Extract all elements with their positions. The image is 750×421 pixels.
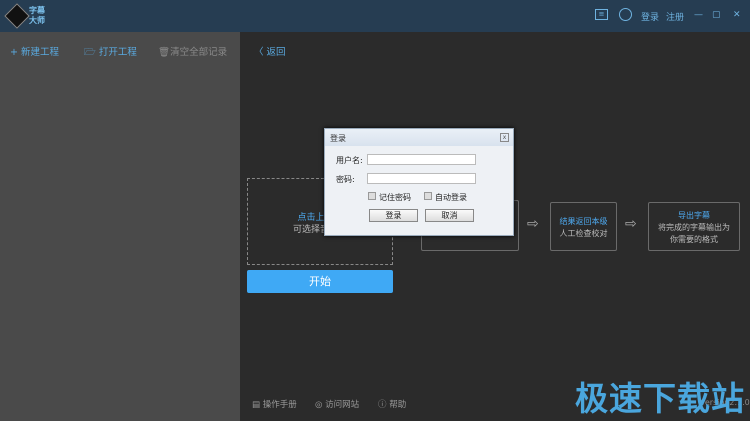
title-bar: 字幕 大师 ≡ 登录 注册 — ▢ ✕	[0, 0, 750, 32]
globe-icon: ◎	[315, 400, 326, 410]
app-name: 字幕 大师	[29, 6, 45, 25]
login-button[interactable]: 登录	[369, 209, 418, 222]
chevron-left-icon: 〈	[254, 47, 267, 58]
close-button[interactable]: ✕	[733, 10, 741, 20]
username-input[interactable]	[367, 154, 476, 165]
autologin-checkbox[interactable]	[424, 192, 432, 200]
clear-records-button[interactable]: 🗑清空全部记录	[158, 44, 227, 58]
remember-checkbox[interactable]	[368, 192, 376, 200]
project-sidebar	[0, 32, 240, 421]
arrow-right-icon: ⇨	[625, 216, 637, 232]
register-link[interactable]: 注册	[666, 10, 684, 23]
new-project-button[interactable]: + 新建工程	[10, 44, 59, 58]
dialog-close-icon[interactable]: x	[500, 133, 509, 142]
app-logo-icon	[4, 3, 30, 29]
password-input[interactable]	[367, 173, 476, 184]
dialog-title: 登录	[325, 129, 513, 146]
folder-icon: 🗁	[84, 47, 99, 58]
remember-label: 记住密码	[379, 193, 411, 202]
back-button[interactable]: 〈 返回	[254, 44, 286, 58]
trash-icon: 🗑	[158, 47, 171, 58]
manual-link[interactable]: ▤ 操作手册	[252, 398, 297, 410]
plus-icon: +	[10, 47, 21, 58]
open-project-button[interactable]: 🗁 打开工程	[84, 44, 137, 61]
username-label: 用户名:	[336, 156, 363, 165]
login-dialog: 登录 x 用户名: 密码: 记住密码 自动登录 登录 取消	[324, 128, 514, 236]
user-icon[interactable]	[619, 8, 632, 21]
help-link[interactable]: ⓘ 帮助	[378, 398, 406, 410]
help-icon: ⓘ	[378, 400, 390, 410]
cancel-button[interactable]: 取消	[425, 209, 474, 222]
login-link[interactable]: 登录	[641, 10, 659, 23]
watermark-logo: 极速下载站	[575, 379, 745, 418]
website-link[interactable]: ◎ 访问网站	[315, 398, 359, 410]
password-label: 密码:	[336, 175, 355, 184]
autologin-label: 自动登录	[435, 193, 467, 202]
step-export: 导出字幕 将完成的字幕输出为 你需要的格式	[648, 202, 740, 251]
arrow-right-icon: ⇨	[527, 216, 539, 232]
step-review: 结果返回本级 人工检查校对	[550, 202, 617, 251]
maximize-button[interactable]: ▢	[712, 10, 721, 20]
start-button[interactable]: 开始	[247, 270, 393, 293]
list-icon[interactable]: ≡	[595, 9, 608, 20]
document-icon: ▤	[252, 400, 263, 410]
minimize-button[interactable]: —	[694, 10, 703, 20]
